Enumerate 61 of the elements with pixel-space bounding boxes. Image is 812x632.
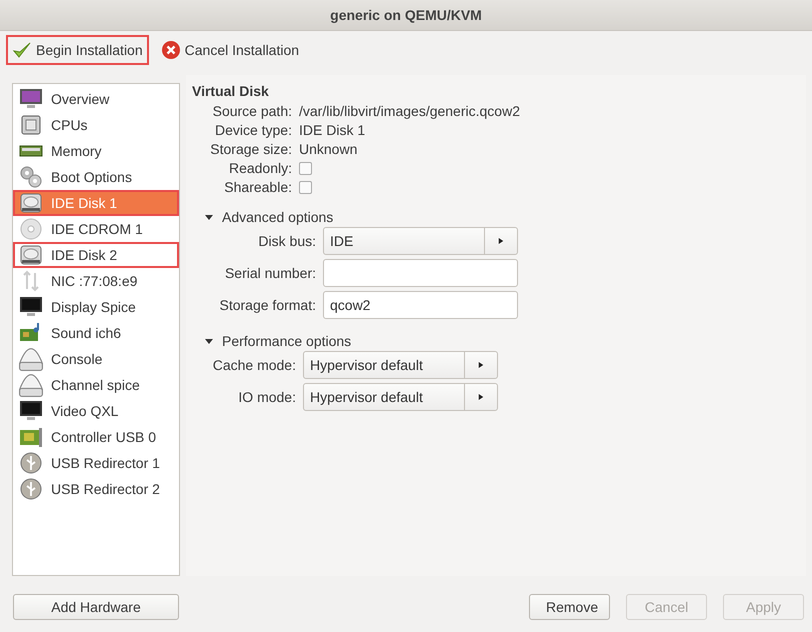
expander-arrow-icon: [204, 336, 214, 346]
dropdown[interactable]: Hypervisor default: [303, 383, 498, 411]
field-label: Readonly:: [228, 160, 292, 176]
serial-port-icon: [19, 373, 43, 397]
hardware-list-item[interactable]: Memory: [13, 138, 179, 164]
hardware-list-item[interactable]: Display Spice: [13, 294, 179, 320]
checkbox[interactable]: [299, 162, 312, 174]
expander-arrow-icon: [204, 212, 214, 222]
field-label: Device type:: [214, 122, 292, 138]
hardware-list-item[interactable]: Boot Options: [13, 164, 179, 190]
arrow-right-icon: [478, 361, 484, 369]
field-label: Serial number:: [224, 265, 316, 281]
disc-icon: [19, 217, 43, 241]
field-label: Cache mode:: [212, 357, 296, 373]
monitor-icon: [19, 399, 43, 423]
field-label: Storage format:: [218, 297, 316, 313]
dropdown[interactable]: Hypervisor default: [303, 351, 498, 379]
expander[interactable]: Advanced options: [204, 209, 800, 225]
hardware-list-item[interactable]: NIC :77:08:e9: [13, 268, 179, 294]
monitor-icon: [19, 295, 43, 319]
usb-icon: [19, 451, 43, 475]
add-hardware-button[interactable]: Add Hardware: [13, 594, 179, 620]
field-label: Storage size:: [209, 141, 292, 157]
input-field[interactable]: qcow2: [323, 291, 518, 319]
hardware-list-item[interactable]: Overview: [13, 86, 179, 112]
hardware-list-item[interactable]: Console: [13, 346, 179, 372]
field-label: IO mode:: [237, 389, 296, 405]
expander[interactable]: Performance options: [204, 333, 800, 349]
usb-icon: [19, 477, 43, 501]
monitor-icon: [19, 87, 43, 111]
hardware-list-item[interactable]: USB Redirector 1: [13, 450, 179, 476]
hardware-list-item[interactable]: Controller USB 0: [13, 424, 179, 450]
field-value: /var/lib/libvirt/images/generic.qcow2: [299, 103, 520, 119]
field-label: Disk bus:: [257, 233, 316, 249]
circuit-board-icon: [19, 425, 43, 449]
field-value: Unknown: [299, 141, 358, 157]
hardware-list-item[interactable]: Sound ich6: [13, 320, 179, 346]
hardware-list-item[interactable]: IDE CDROM 1: [13, 216, 179, 242]
field-label: Shareable:: [223, 179, 292, 195]
hardware-list-item[interactable]: USB Redirector 2: [13, 476, 179, 502]
toolbar-button[interactable]: Cancel Installation: [154, 35, 306, 65]
toolbar-button[interactable]: Begin Installation: [6, 35, 149, 65]
window-title: generic on QEMU/KVM: [330, 7, 482, 23]
close-icon: [160, 40, 181, 60]
serial-port-icon: [19, 347, 43, 371]
arrow-right-icon: [478, 393, 484, 401]
hardware-list-item[interactable]: IDE Disk 2: [13, 242, 179, 268]
dropdown[interactable]: IDE: [323, 227, 518, 255]
checkbox[interactable]: [299, 180, 312, 194]
arrow-right-icon: [498, 237, 504, 245]
hardware-list-item[interactable]: CPUs: [13, 112, 179, 138]
dialog-button[interactable]: Remove: [529, 594, 610, 620]
hardware-list-item[interactable]: Channel spice: [13, 372, 179, 398]
input-field[interactable]: [323, 259, 518, 287]
gears-icon: [19, 165, 43, 189]
field-label: Source path:: [212, 103, 292, 119]
hardware-list-item[interactable]: Video QXL: [13, 398, 179, 424]
section-title: Virtual Disk: [192, 83, 270, 99]
checkmark-icon: [12, 40, 32, 60]
chip-icon: [19, 113, 43, 137]
field-value: IDE Disk 1: [299, 122, 366, 138]
